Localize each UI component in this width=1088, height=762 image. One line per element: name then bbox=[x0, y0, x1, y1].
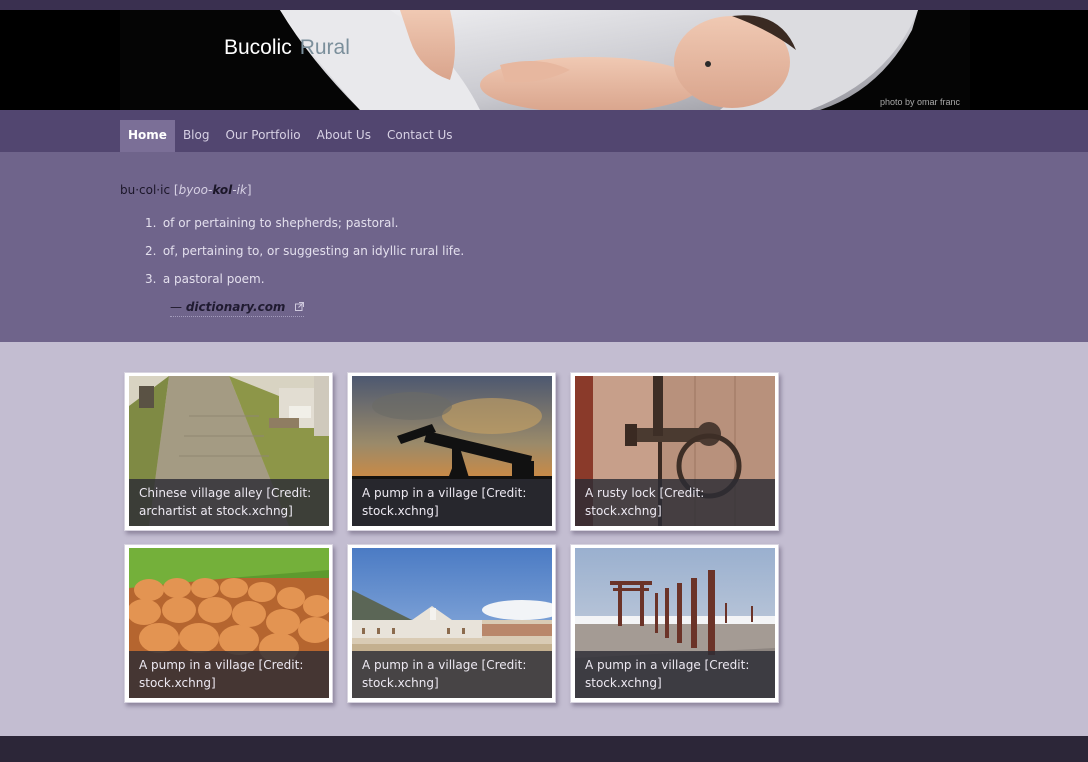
site-title-word-1: Bucolic bbox=[224, 36, 292, 59]
main-nav: Home Blog Our Portfolio About Us Contact… bbox=[0, 110, 1088, 152]
definition-list: 1. of or pertaining to shepherds; pastor… bbox=[145, 214, 464, 298]
site-title[interactable]: Bucolic Rural bbox=[224, 36, 350, 60]
source-dash: — bbox=[170, 300, 182, 314]
gallery-caption: A pump in a village [Credit: stock.xchng… bbox=[352, 479, 552, 526]
gallery-thumb: A pump in a village [Credit: stock.xchng… bbox=[352, 548, 552, 698]
definition-text: a pastoral poem. bbox=[162, 272, 265, 286]
pronunciation-stress: kol bbox=[212, 183, 233, 197]
top-strip bbox=[0, 0, 1088, 10]
gallery-thumb: A pump in a village [Credit: stock.xchng… bbox=[575, 548, 775, 698]
gallery-card[interactable]: A pump in a village [Credit: stock.xchng… bbox=[347, 372, 556, 531]
definition-source: — dictionary.com bbox=[170, 300, 305, 317]
header-banner: Bucolic Rural photo by omar franc bbox=[120, 10, 970, 110]
definition-number: 1. bbox=[145, 216, 157, 230]
definition-number: 3. bbox=[145, 272, 157, 286]
dictionary-link[interactable]: dictionary.com bbox=[186, 300, 286, 314]
gallery-card[interactable]: Chinese village alley [Credit: archartis… bbox=[124, 372, 333, 531]
gallery-caption: A pump in a village [Credit: stock.xchng… bbox=[575, 651, 775, 698]
photo-credit: photo by omar franc bbox=[879, 97, 960, 107]
definition-text: of or pertaining to shepherds; pastoral. bbox=[162, 216, 399, 230]
definition-item: 3. a pastoral poem. bbox=[145, 270, 464, 298]
nav-item-contact-us[interactable]: Contact Us bbox=[379, 120, 461, 152]
baby-hammock-photo bbox=[120, 10, 970, 110]
gallery-card[interactable]: A rusty lock [Credit: stock.xchng] bbox=[570, 372, 779, 531]
gallery-thumb: A pump in a village [Credit: stock.xchng… bbox=[352, 376, 552, 526]
gallery-caption: A rusty lock [Credit: stock.xchng] bbox=[575, 479, 775, 526]
definition-item: 2. of, pertaining to, or suggesting an i… bbox=[145, 242, 464, 270]
pronunciation-close-bracket: ] bbox=[246, 183, 252, 197]
gallery-thumb: A pump in a village [Credit: stock.xchng… bbox=[129, 548, 329, 698]
definition-item: 1. of or pertaining to shepherds; pastor… bbox=[145, 214, 464, 242]
gallery-card[interactable]: A pump in a village [Credit: stock.xchng… bbox=[347, 544, 556, 703]
gallery-caption: A pump in a village [Credit: stock.xchng… bbox=[129, 651, 329, 698]
definition-term: bu·col·ic [byoo-kol-ik] bbox=[120, 183, 252, 197]
external-link-icon[interactable] bbox=[295, 302, 305, 311]
pronunciation-start: byoo- bbox=[178, 183, 213, 197]
site-footer bbox=[0, 736, 1088, 762]
gallery-thumb: A rusty lock [Credit: stock.xchng] bbox=[575, 376, 775, 526]
gallery-caption: Chinese village alley [Credit: archartis… bbox=[129, 479, 329, 526]
site-header: Bucolic Rural photo by omar franc bbox=[0, 10, 1088, 110]
nav-item-home[interactable]: Home bbox=[120, 120, 175, 152]
nav-item-our-portfolio[interactable]: Our Portfolio bbox=[217, 120, 308, 152]
gallery-thumb: Chinese village alley [Credit: archartis… bbox=[129, 376, 329, 526]
gallery-card[interactable]: A pump in a village [Credit: stock.xchng… bbox=[570, 544, 779, 703]
definition-section: bu·col·ic [byoo-kol-ik] 1. of or pertain… bbox=[0, 152, 1088, 342]
nav-menu: Home Blog Our Portfolio About Us Contact… bbox=[120, 120, 461, 152]
pronunciation-end: -ik bbox=[232, 183, 247, 197]
site-title-word-2: Rural bbox=[299, 36, 350, 59]
definition-number: 2. bbox=[145, 244, 157, 258]
definition-text: of, pertaining to, or suggesting an idyl… bbox=[162, 244, 465, 258]
nav-item-about-us[interactable]: About Us bbox=[309, 120, 379, 152]
gallery-caption: A pump in a village [Credit: stock.xchng… bbox=[352, 651, 552, 698]
gallery-card[interactable]: A pump in a village [Credit: stock.xchng… bbox=[124, 544, 333, 703]
nav-item-blog[interactable]: Blog bbox=[175, 120, 218, 152]
term-word: bu·col·ic bbox=[120, 183, 171, 197]
